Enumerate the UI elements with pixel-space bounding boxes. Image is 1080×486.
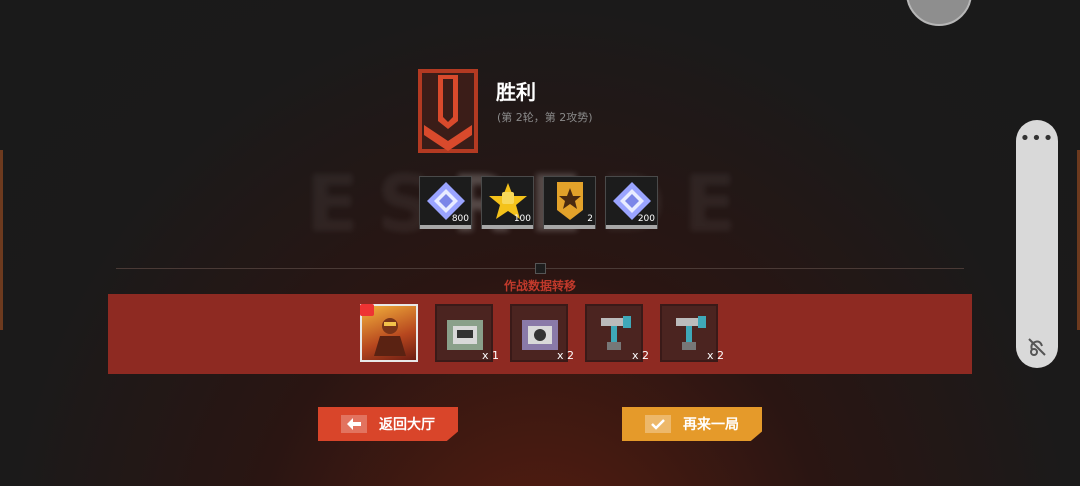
reward-bar [606, 225, 657, 229]
transfer-label: 作战数据转移 [503, 279, 576, 293]
result-title: 胜利 [496, 80, 536, 104]
reward-slot[interactable]: 100 [481, 176, 534, 229]
hero-portrait-icon [374, 318, 406, 356]
left-edge-decoration [0, 150, 3, 330]
item-slot[interactable]: x 1 [435, 304, 499, 362]
reward-quantity: 800 [451, 214, 469, 224]
item-list: x 1 x 2 x 2 x 2 [360, 304, 724, 362]
rocket-launcher-icon [676, 316, 706, 350]
more-options-icon[interactable]: ••• [1016, 128, 1058, 149]
rocket-launcher-icon [601, 316, 631, 350]
weapon-crate-icon [447, 320, 483, 350]
side-toolbar[interactable]: ••• [1016, 120, 1058, 368]
reward-bar [482, 225, 533, 229]
reward-bar [544, 225, 595, 229]
hero-card[interactable] [360, 304, 418, 362]
item-slot[interactable]: x 2 [585, 304, 649, 362]
reward-quantity: 200 [637, 214, 655, 224]
item-quantity: x 2 [556, 349, 574, 362]
divider-marker [535, 263, 546, 274]
reward-bar [420, 225, 471, 229]
reward-list: 800 100 2 200 [419, 176, 658, 229]
victory-emblem-icon [418, 69, 478, 153]
checkmark-icon [645, 415, 671, 433]
reward-quantity: 2 [587, 214, 593, 224]
medal-icon [557, 182, 583, 220]
arrow-left-icon [341, 415, 367, 433]
return-lobby-button[interactable]: 返回大厅 [318, 407, 458, 441]
result-subtitle: (第 2轮，第 2攻势) [497, 111, 593, 124]
reward-slot[interactable]: 800 [419, 176, 472, 229]
item-quantity: x 2 [631, 349, 649, 362]
armor-crate-icon [522, 320, 558, 350]
reward-slot[interactable]: 200 [605, 176, 658, 229]
play-again-button[interactable]: 再来一局 [622, 407, 762, 441]
floating-menu-button[interactable] [906, 0, 972, 26]
reward-slot[interactable]: 2 [543, 176, 596, 229]
item-slot[interactable]: x 2 [660, 304, 724, 362]
return-lobby-label: 返回大厅 [379, 417, 435, 433]
item-quantity: x 2 [706, 349, 724, 362]
item-slot[interactable]: x 2 [510, 304, 574, 362]
play-again-label: 再来一局 [683, 417, 739, 433]
reward-quantity: 100 [513, 214, 531, 224]
item-quantity: x 1 [481, 349, 499, 362]
mute-icon[interactable] [1026, 336, 1048, 358]
